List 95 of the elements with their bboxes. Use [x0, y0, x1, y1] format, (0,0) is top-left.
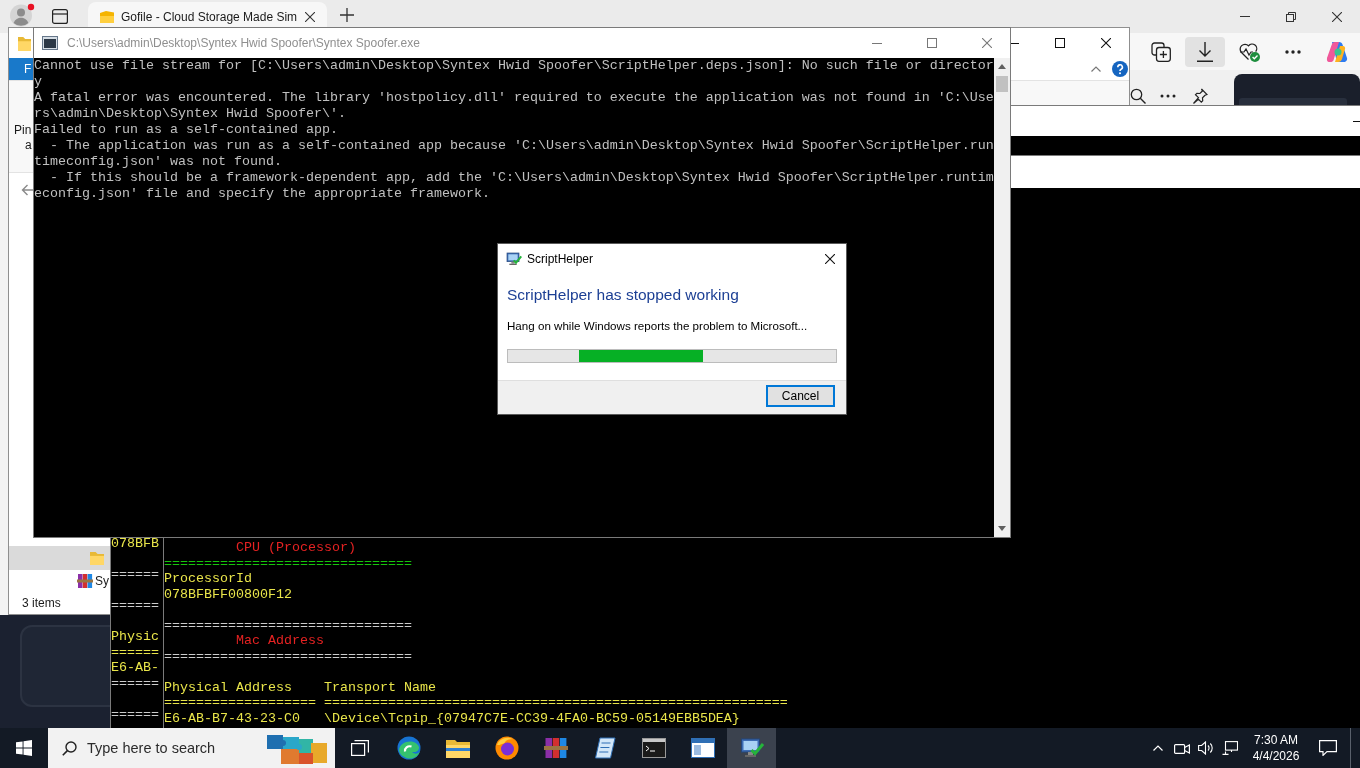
more-icon	[1285, 49, 1301, 54]
minimize-icon	[1353, 120, 1360, 122]
close-tab-button[interactable]	[304, 11, 317, 23]
copilot-logo-icon	[1326, 40, 1348, 63]
close-icon	[1332, 11, 1342, 22]
status-text: 3 items	[22, 596, 61, 610]
ribbon-label: Pin	[14, 123, 32, 138]
console-text: - The application was run as a self-contained app because 'C:\Users\admin\Desktop\Syntex Hwid Spoofer\ScriptHelper.run	[49, 138, 994, 154]
close-icon	[982, 38, 992, 48]
tab-actions-icon	[52, 9, 68, 24]
console-text: ======	[111, 567, 159, 583]
camera-icon	[1174, 742, 1190, 754]
console-text: ======	[111, 644, 159, 660]
download-icon	[1197, 41, 1213, 62]
speech-bubble-icon	[1319, 740, 1337, 756]
console-text: 078BFB	[111, 536, 159, 552]
more-icon	[1160, 94, 1176, 98]
search-button[interactable]	[1130, 88, 1146, 104]
console-text: rs\admin\Desktop\Syntex Hwid Spoofer\'.	[34, 106, 346, 122]
browser-tab[interactable]: Gofile - Cloud Storage Made Sim	[88, 2, 328, 27]
close-icon	[1101, 38, 1111, 48]
console-text: Mac Address	[236, 633, 324, 649]
minimize-icon	[1240, 16, 1250, 17]
task-view-icon	[350, 740, 369, 756]
monitor-check-icon	[506, 251, 522, 267]
chevron-up-icon	[1091, 66, 1101, 72]
back-arrow-icon	[21, 183, 35, 196]
console-text: E6-AB-B7-43-23-C0 \Device\Tcpip_{07947C7E-CC39-4FA0-BC59-05149EBB5DEA}	[164, 710, 740, 726]
search-icon	[62, 741, 77, 756]
console-text: Physic	[111, 629, 159, 645]
folder-icon	[445, 738, 470, 758]
console-text: ======	[111, 706, 159, 722]
folder-icon	[18, 35, 31, 51]
console-text: A fatal error was encountered. The library 'hostpolicy.dll' required to execute the application was not found in 'C:\Use	[34, 90, 994, 106]
restore-icon	[1286, 11, 1296, 22]
console-text: ===============================	[164, 648, 412, 664]
console-text: 078BFBFF00800F12	[164, 586, 292, 602]
window-title: C:\Users\admin\Desktop\Syntex Hwid Spoofer\Syntex Spoofer.exe	[67, 36, 420, 50]
firefox-logo-icon	[494, 736, 519, 760]
console-text: econfig.json' file and specify the appropriate framework.	[34, 186, 490, 202]
error-reporter-taskbar-button[interactable]	[727, 728, 776, 768]
console-text: Failed to run as a self-contained app.	[34, 122, 338, 138]
minimize-icon	[872, 42, 882, 44]
scrollbar-thumb[interactable]	[996, 76, 1008, 92]
console-text: - If this should be a framework-dependent app, add the 'C:\Users\admin\Desktop\Syntex Hwid Spoofer\ScriptHelper.runtim	[49, 170, 994, 186]
terminal-icon	[641, 738, 666, 758]
console-app-icon	[42, 36, 58, 50]
cancel-button[interactable]: Cancel	[766, 385, 835, 407]
close-icon	[305, 12, 316, 22]
console-text: ===============================	[164, 617, 412, 633]
console-text: timeconfig.json' was not found.	[34, 154, 282, 170]
folder-icon	[100, 11, 114, 23]
console-text: Physical Address Transport Name	[164, 679, 436, 695]
heart-pulse-icon	[1238, 41, 1260, 62]
dialog-title: ScriptHelper	[527, 252, 594, 266]
network-icon	[1222, 741, 1238, 755]
maximize-icon	[927, 38, 937, 48]
ribbon-label: a	[25, 138, 32, 153]
close-icon	[825, 254, 835, 264]
dialog-heading: ScriptHelper has stopped working	[507, 285, 739, 305]
console-text: ======	[111, 598, 159, 614]
monitor-check-icon	[739, 736, 764, 760]
console-text: ProcessorId	[164, 571, 252, 587]
chevron-up-icon	[1153, 745, 1163, 751]
notebook-icon	[593, 737, 616, 759]
collections-icon	[1151, 41, 1171, 62]
console-text: ===============================	[164, 555, 412, 571]
pin-button[interactable]	[1192, 88, 1208, 104]
help-button[interactable]	[1112, 61, 1128, 77]
triangle-up-icon	[998, 64, 1006, 69]
plus-icon	[340, 8, 355, 22]
archive-books-icon	[543, 736, 568, 760]
downloads-button[interactable]	[1185, 36, 1225, 67]
console-text: y	[34, 74, 42, 90]
speaker-icon	[1198, 741, 1214, 755]
collapse-ribbon-button[interactable]	[1090, 65, 1102, 73]
ribbon-tab[interactable]: F	[9, 58, 33, 80]
console-text: ======	[111, 675, 159, 691]
folder-icon	[90, 551, 104, 565]
archive-books-icon	[77, 573, 93, 589]
maximize-icon	[1055, 38, 1065, 48]
edge-logo-icon	[396, 736, 421, 760]
clock[interactable]: 7:30 AM 4/4/2026	[1246, 728, 1306, 768]
triangle-down-icon	[998, 526, 1006, 531]
console-text: E6-AB-	[111, 660, 159, 676]
windows-logo-icon	[16, 740, 32, 756]
console-text: Cannot use file stream for [C:\Users\admin\Desktop\Syntex Hwid Spoofer\ScriptHelper.deps.json]: No such file or director	[34, 58, 994, 74]
console-text: CPU (Processor)	[236, 540, 356, 556]
console-text: =================== ==========================================================	[164, 695, 788, 711]
dialog-message: Hang on while Windows reports the problem to Microsoft...	[507, 318, 808, 334]
pin-icon	[1192, 88, 1208, 104]
nav-item[interactable]: Sy	[9, 570, 110, 592]
back-button[interactable]	[21, 183, 35, 196]
search-icon	[1130, 88, 1146, 104]
app-window-icon	[690, 738, 715, 758]
